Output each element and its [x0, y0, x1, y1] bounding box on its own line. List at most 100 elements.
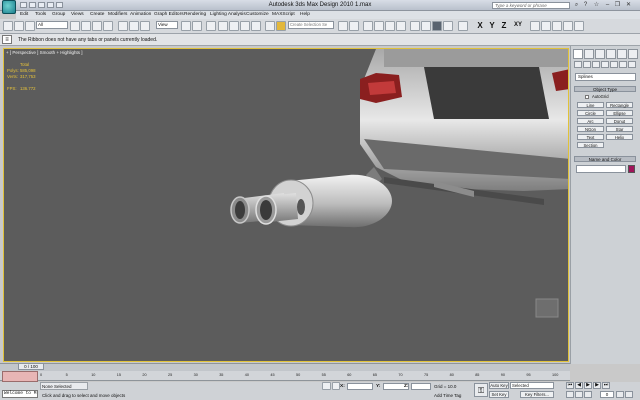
extras-icon-2[interactable]	[541, 21, 551, 31]
donut-button[interactable]: Donut	[606, 118, 633, 124]
helpers-icon[interactable]	[610, 61, 618, 68]
ribbon-toggle-button[interactable]: ≡	[2, 35, 12, 44]
extras-icon-3[interactable]	[552, 21, 562, 31]
cameras-icon[interactable]	[601, 61, 609, 68]
extras-icon-4[interactable]	[563, 21, 573, 31]
isolate-selection-icon[interactable]	[322, 382, 331, 390]
shapes-icon[interactable]	[583, 61, 591, 68]
spinner-snap-icon[interactable]	[251, 21, 261, 31]
previous-frame-icon[interactable]: ◀	[575, 382, 583, 389]
set-key-button[interactable]: Set Key	[489, 391, 509, 398]
create-tab-icon[interactable]	[573, 49, 583, 59]
pivot-center-icon[interactable]	[181, 21, 191, 31]
circle-button[interactable]: Circle	[577, 110, 604, 116]
maximize-viewport-icon[interactable]	[625, 391, 633, 398]
menu-edit[interactable]: Edit	[20, 12, 28, 17]
modify-tab-icon[interactable]	[584, 49, 594, 59]
motion-tab-icon[interactable]	[606, 49, 616, 59]
select-by-name-icon[interactable]	[81, 21, 91, 31]
mirror-icon[interactable]	[338, 21, 348, 31]
axis-z-button[interactable]: Z	[499, 20, 509, 31]
search-input[interactable]: Type a keyword or phrase	[492, 2, 570, 9]
material-editor-icon[interactable]	[410, 21, 420, 31]
geometry-icon[interactable]	[574, 61, 582, 68]
select-move-icon[interactable]	[118, 21, 128, 31]
display-tab-icon[interactable]	[617, 49, 627, 59]
edit-named-selection-icon[interactable]	[265, 21, 275, 31]
object-type-rollout-header[interactable]: Object Type	[574, 86, 636, 92]
render-setup-icon[interactable]	[421, 21, 431, 31]
viewport-label[interactable]: + ] Perspective ] Smooth + Highlights ]	[6, 50, 83, 55]
graphite-tools-icon[interactable]	[374, 21, 384, 31]
menu-customize[interactable]: Customize	[246, 12, 269, 17]
track-bar[interactable]	[0, 371, 570, 381]
line-button[interactable]: Line	[577, 102, 604, 108]
render-production-icon[interactable]	[443, 21, 453, 31]
utilities-tab-icon[interactable]	[628, 49, 638, 59]
percent-snap-icon[interactable]	[240, 21, 250, 31]
key-filters-button[interactable]: Key Filters...	[520, 391, 554, 398]
extras-icon-5[interactable]	[574, 21, 584, 31]
selection-lock-icon[interactable]	[332, 382, 340, 390]
maxscript-listener-input[interactable]: Welcome to M	[2, 390, 38, 398]
ngon-button[interactable]: NGon	[577, 126, 604, 132]
redo-toolbar-icon[interactable]	[14, 21, 24, 31]
helix-button[interactable]: Helix	[606, 134, 633, 140]
menu-graph-editors[interactable]: Graph Editors	[154, 12, 184, 17]
link-icon[interactable]	[25, 21, 35, 31]
current-frame-field[interactable]: 0	[600, 391, 614, 398]
object-name-input[interactable]	[576, 165, 626, 173]
time-slider-thumb[interactable]: 0 / 100	[18, 363, 44, 370]
select-manipulate-icon[interactable]	[192, 21, 202, 31]
layer-manager-icon[interactable]	[363, 21, 373, 31]
snaps-toggle-icon[interactable]	[218, 21, 228, 31]
menu-tools[interactable]: Tools	[35, 12, 46, 17]
axis-xy-button[interactable]: XY	[511, 20, 525, 31]
undo-toolbar-icon[interactable]	[3, 21, 13, 31]
space-warps-icon[interactable]	[619, 61, 627, 68]
menu-lighting-analysis[interactable]: Lighting Analysis	[210, 12, 246, 17]
axis-y-button[interactable]: Y	[487, 20, 497, 31]
play-icon[interactable]: ▶	[584, 382, 592, 389]
named-selection-icon[interactable]	[276, 21, 286, 31]
reference-coordinate-dropdown[interactable]: View	[156, 21, 178, 29]
name-color-rollout-header[interactable]: Name and Color	[574, 156, 636, 162]
close-icon[interactable]: ✕	[624, 1, 633, 9]
rectangular-selection-icon[interactable]	[92, 21, 102, 31]
search-icon[interactable]: ⌕	[572, 1, 581, 9]
menu-rendering[interactable]: Rendering	[184, 12, 206, 17]
section-button[interactable]: Section	[577, 142, 604, 148]
ellipse-button[interactable]: Ellipse	[606, 110, 633, 116]
restore-icon[interactable]: ❐	[613, 1, 622, 9]
select-object-icon[interactable]	[70, 21, 80, 31]
zoom-all-icon[interactable]	[575, 391, 583, 398]
object-color-swatch[interactable]	[628, 165, 635, 173]
go-to-end-icon[interactable]: ⏭	[602, 382, 610, 389]
angle-snap-icon[interactable]	[229, 21, 239, 31]
key-selection-dropdown[interactable]: Selected	[510, 382, 554, 389]
keyboard-shortcut-icon[interactable]	[206, 21, 216, 31]
arc-button[interactable]: Arc	[577, 118, 604, 124]
add-time-tag[interactable]: Add Time Tag	[434, 393, 461, 398]
menu-create[interactable]: Create	[90, 12, 104, 17]
field-of-view-icon[interactable]	[584, 391, 592, 398]
named-selection-sets-dropdown[interactable]: Create Selection Se	[288, 21, 334, 29]
time-slider[interactable]	[0, 363, 570, 371]
auto-key-button[interactable]: Auto Key	[489, 382, 509, 389]
help-icon[interactable]: ?	[581, 1, 590, 9]
menu-views[interactable]: Views	[71, 12, 84, 17]
minimize-icon[interactable]: –	[603, 1, 612, 9]
select-rotate-icon[interactable]	[129, 21, 139, 31]
zoom-icon[interactable]	[566, 391, 574, 398]
menu-group[interactable]: Group	[52, 12, 65, 17]
select-scale-icon[interactable]	[140, 21, 150, 31]
window-crossing-icon[interactable]	[103, 21, 113, 31]
curve-editor-icon[interactable]	[385, 21, 395, 31]
selection-filter-dropdown[interactable]: All	[36, 21, 68, 29]
star-icon[interactable]: ☆	[592, 1, 601, 9]
extras-icon-1[interactable]	[530, 21, 540, 31]
perspective-viewport[interactable]	[3, 48, 569, 362]
axis-x-button[interactable]: X	[475, 20, 485, 31]
menu-maxscript[interactable]: MAXScript	[272, 12, 295, 17]
systems-icon[interactable]	[628, 61, 636, 68]
